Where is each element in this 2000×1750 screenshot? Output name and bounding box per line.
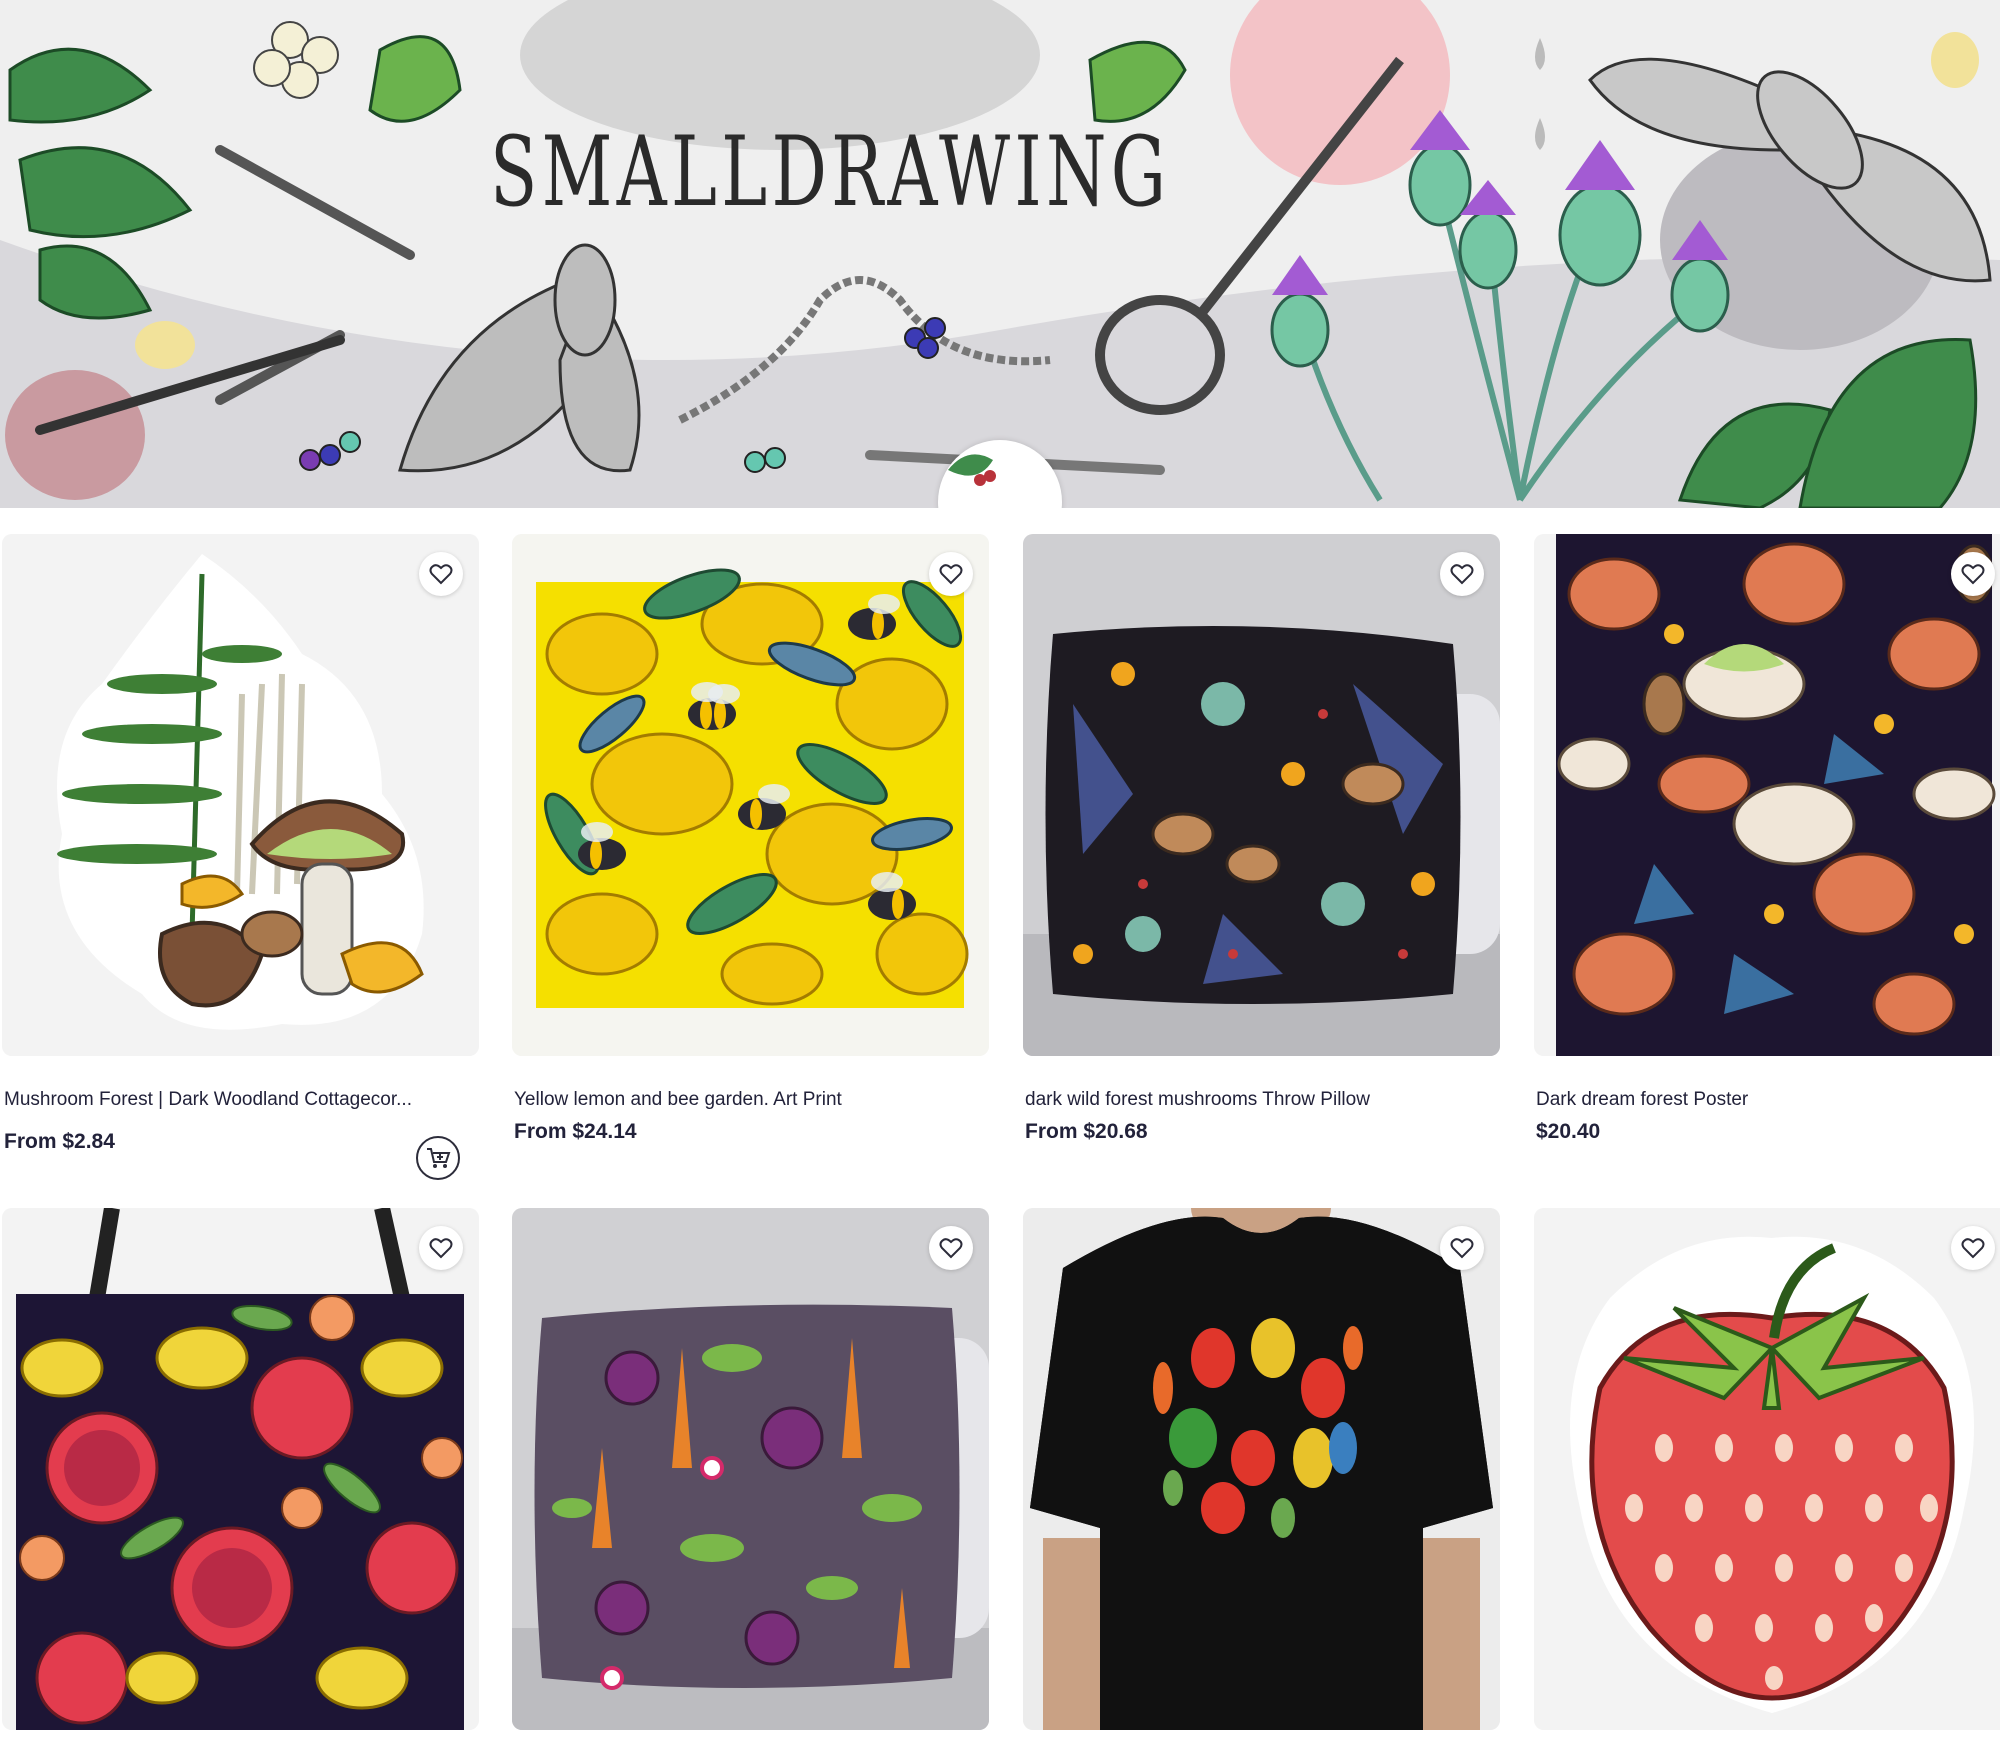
product-image[interactable] [512,534,989,1056]
product-image[interactable] [1023,1208,1500,1730]
heart-outline-icon [1450,564,1474,585]
favorite-button[interactable] [929,1226,973,1270]
heart-outline-icon [1450,1238,1474,1259]
product-title[interactable]: dark wild forest mushrooms Throw Pillow [1025,1089,1485,1111]
banner-artwork [0,0,2000,508]
favorite-button[interactable] [1440,552,1484,596]
product-image[interactable] [1534,534,2000,1056]
favorite-button[interactable] [419,552,463,596]
shop-banner: SMALLDRAWING [0,0,2000,508]
favorite-button[interactable] [1440,1226,1484,1270]
heart-outline-icon [1961,1238,1985,1259]
product-image[interactable] [512,1208,989,1730]
leaf-icon [948,454,996,486]
heart-outline-icon [939,1238,963,1259]
product-price: From $24.14 [514,1120,637,1143]
add-to-cart-button[interactable] [416,1136,460,1180]
product-price: From $20.68 [1025,1120,1148,1143]
favorite-button[interactable] [929,552,973,596]
favorite-button[interactable] [419,1226,463,1270]
favorite-button[interactable] [1951,1226,1995,1270]
heart-outline-icon [429,1238,453,1259]
product-price: $20.40 [1536,1120,1601,1143]
product-image[interactable] [2,534,479,1056]
product-title[interactable]: Mushroom Forest | Dark Woodland Cottagec… [4,1089,464,1111]
product-title[interactable]: Dark dream forest Poster [1536,1089,1996,1111]
heart-outline-icon [429,564,453,585]
product-price: From $2.84 [4,1130,115,1153]
shop-name: SMALLDRAWING [490,116,1171,228]
product-image[interactable] [1534,1208,2000,1730]
add-to-cart-icon [427,1148,451,1168]
heart-outline-icon [1961,564,1985,585]
product-title[interactable]: Yellow lemon and bee garden. Art Print [514,1089,974,1111]
product-image[interactable] [2,1208,479,1730]
heart-outline-icon [939,564,963,585]
favorite-button[interactable] [1951,552,1995,596]
product-image[interactable] [1023,534,1500,1056]
